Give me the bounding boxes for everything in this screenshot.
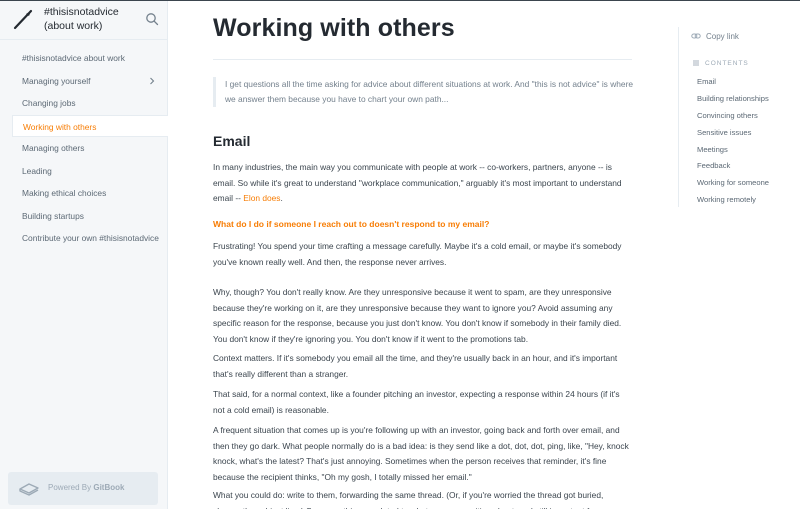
toc-item-meetings[interactable]: Meetings — [697, 143, 769, 160]
sidebar-item-label: Building startups — [22, 210, 84, 221]
sidebar-item-managing-yourself[interactable]: Managing yourself — [12, 70, 168, 93]
link-icon — [691, 33, 701, 39]
intro-quote: I get questions all the time asking for … — [213, 77, 633, 107]
powered-by-text: Powered By GitBook — [48, 483, 125, 492]
toc-item-building-relationships[interactable]: Building relationships — [697, 92, 769, 109]
toc-item-working-for-someone[interactable]: Working for someone — [697, 176, 769, 193]
sidebar-item-label: Managing yourself — [22, 75, 91, 86]
sidebar-item-building-startups[interactable]: Building startups — [12, 205, 168, 228]
body-paragraph: What you could do: write to them, forwar… — [213, 490, 604, 509]
toc-heading: CONTENTS — [692, 59, 749, 67]
toc-list: Email Building relationships Convincing … — [697, 75, 769, 210]
copy-link-button[interactable]: Copy link — [691, 31, 739, 41]
sidebar-item-working-with-others[interactable]: Working with others — [12, 114, 168, 137]
sidebar-item-label: Leading — [22, 165, 52, 176]
gitbook-brand: GitBook — [93, 483, 125, 492]
page-title: Working with others — [213, 14, 455, 42]
toc-item-feedback[interactable]: Feedback — [697, 159, 769, 176]
sidebar: #thisisnotadvice (about work) #thisisnot… — [0, 1, 168, 509]
sidebar-item-label: #thisisnotadvice about work — [22, 53, 125, 63]
sidebar-item-about-work[interactable]: #thisisnotadvice about work — [12, 47, 168, 70]
section-paragraph: In many industries, the main way you com… — [213, 162, 622, 204]
toc-heading-label: CONTENTS — [705, 59, 749, 67]
sidebar-item-label: Making ethical choices — [22, 188, 107, 198]
body-paragraph: A frequent situation that comes up is yo… — [213, 425, 629, 482]
section-heading-email: Email — [213, 133, 251, 149]
sidebar-item-label: Changing jobs — [22, 98, 76, 108]
sidebar-item-label: Working with others — [23, 121, 97, 132]
sidebar-item-ethical-choices[interactable]: Making ethical choices — [12, 182, 168, 205]
quill-logo-icon — [13, 9, 33, 30]
sidebar-item-changing-jobs[interactable]: Changing jobs — [12, 92, 168, 115]
body-paragraph: That said, for a normal context, like a … — [213, 389, 620, 415]
gitbook-logo-icon — [19, 483, 39, 496]
sidebar-item-leading[interactable]: Leading — [12, 160, 168, 183]
sidebar-item-label: Contribute your own #thisisnotadvice — [22, 233, 159, 243]
toc-item-email[interactable]: Email — [697, 75, 769, 92]
toc-item-convincing-others[interactable]: Convincing others — [697, 109, 769, 126]
chevron-right-icon[interactable] — [148, 77, 156, 85]
toc-item-sensitive-issues[interactable]: Sensitive issues — [697, 126, 769, 143]
body-paragraph: Context matters. If it's somebody you em… — [213, 353, 618, 379]
elon-does-link[interactable]: Elon does — [243, 193, 280, 203]
search-icon[interactable] — [145, 12, 159, 26]
toc-rail — [678, 27, 679, 207]
space-header[interactable]: #thisisnotadvice (about work) — [0, 1, 167, 40]
sidebar-divider — [0, 39, 167, 40]
toc-item-working-remotely[interactable]: Working remotely — [697, 193, 769, 210]
copy-link-label: Copy link — [706, 31, 739, 41]
sidebar-item-label: Managing others — [22, 143, 85, 153]
body-paragraph: Frustrating! You spend your time craftin… — [213, 241, 622, 267]
list-icon — [693, 60, 699, 66]
powered-by-gitbook-link[interactable]: Powered By GitBook — [8, 472, 158, 505]
body-paragraph: Why, though? You don't really know. Are … — [213, 287, 622, 344]
sidebar-item-contribute[interactable]: Contribute your own #thisisnotadvice — [12, 227, 168, 250]
question-heading: What do I do if someone I reach out to d… — [213, 219, 490, 229]
space-title[interactable]: #thisisnotadvice (about work) — [44, 5, 144, 33]
title-divider — [213, 59, 632, 60]
sidebar-nav: #thisisnotadvice about work Managing you… — [12, 47, 168, 250]
sidebar-item-managing-others[interactable]: Managing others — [12, 137, 168, 160]
